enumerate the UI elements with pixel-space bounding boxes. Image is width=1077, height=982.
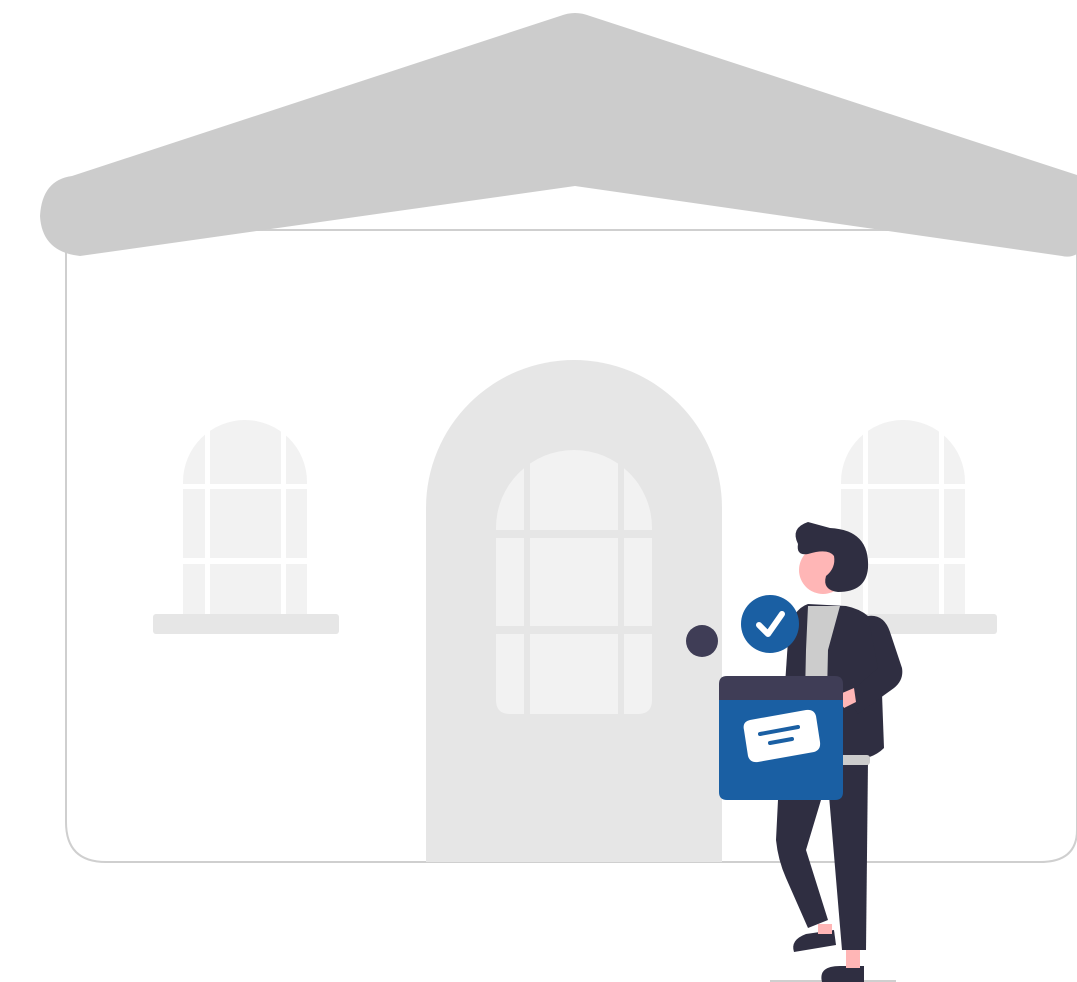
house-roof	[40, 13, 1077, 257]
moving-in-illustration	[40, 13, 1077, 982]
box-lid	[719, 676, 843, 700]
door-window	[496, 450, 652, 714]
window-sill-left	[153, 614, 339, 634]
door-knob	[686, 625, 718, 657]
front-door	[426, 360, 722, 862]
delivery-box	[719, 676, 843, 800]
check-badge	[741, 595, 799, 653]
shoe-back	[821, 966, 864, 982]
